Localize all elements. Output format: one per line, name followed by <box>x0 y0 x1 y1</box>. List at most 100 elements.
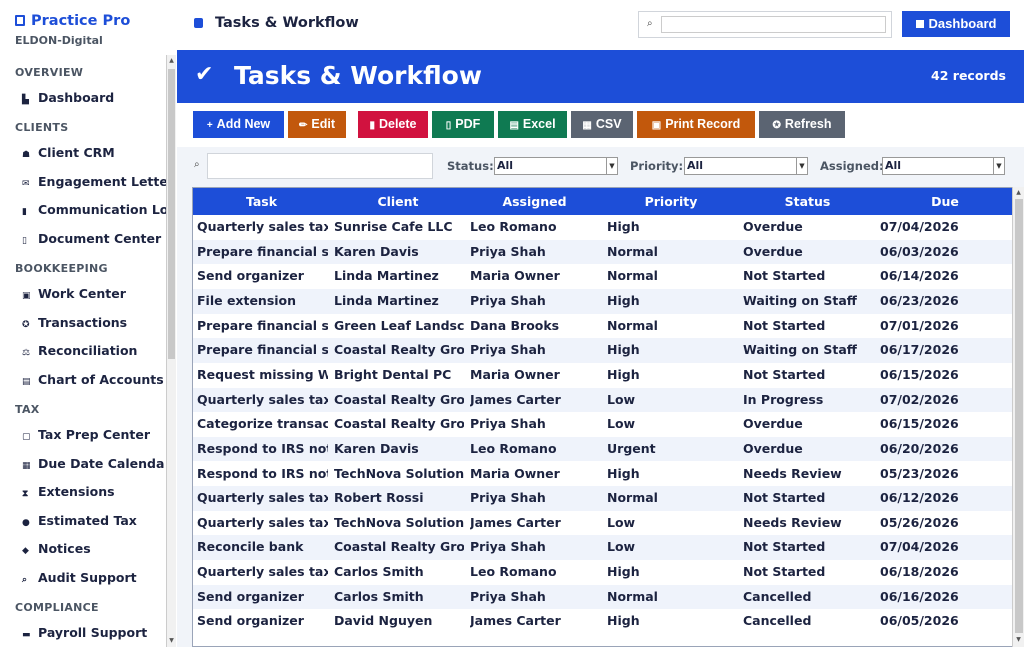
sidebar-item-label: Notices <box>38 541 91 556</box>
sidebar-item-client-crm[interactable]: ☗ Client CRM <box>22 145 115 160</box>
table-row[interactable]: Respond to IRS noti TechNova Solutions Mar… <box>193 462 1012 487</box>
table-row[interactable]: Send organizer Linda Martinez Maria Owner N… <box>193 264 1012 289</box>
edit-button[interactable]: ✏ Edit <box>288 111 346 138</box>
sidebar-item-reconciliation[interactable]: ⚖ Reconciliation <box>22 343 137 358</box>
scroll-down-icon[interactable]: ▼ <box>167 636 176 646</box>
cell-due: 06/14/2026 <box>880 268 959 284</box>
sidebar-item-due-date-calenda[interactable]: ▦ Due Date Calenda <box>22 456 164 471</box>
check-icon: ✔ <box>195 62 214 87</box>
cell-priority: Low <box>607 391 636 407</box>
cell-task: Send organizer <box>197 268 304 284</box>
cell-status: Overdue <box>743 219 803 234</box>
brand[interactable]: Practice Pro <box>15 13 130 29</box>
assigned-filter-label: Assigned: <box>820 159 884 173</box>
priority-filter-select[interactable]: All ▼ <box>684 157 808 175</box>
column-header-due[interactable]: Due <box>876 188 1012 215</box>
section-heading-bookkeeping: BOOKKEEPING <box>15 262 108 275</box>
breadcrumb: Tasks & Workflow <box>194 15 359 31</box>
cell-status: Overdue <box>743 416 803 432</box>
cell-client: Bright Dental PC <box>334 366 452 382</box>
column-header-priority[interactable]: Priority <box>603 188 739 215</box>
add-new-button[interactable]: + Add New <box>193 111 284 138</box>
cell-priority: Low <box>607 514 636 530</box>
cell-client: Karen Davis <box>334 440 419 456</box>
sidebar-item-estimated-tax[interactable]: ● Estimated Tax <box>22 513 137 528</box>
pdf-button[interactable]: ▯ PDF <box>432 111 494 138</box>
sidebar-item-audit-support[interactable]: ⌕ Audit Support <box>22 570 137 585</box>
sidebar-item-dashboard[interactable]: ▙ Dashboard <box>22 90 114 105</box>
csv-button[interactable]: ▦ CSV <box>571 111 633 138</box>
action-toolbar: + Add New ✏ Edit ▮ Delete ▯ PDF ▤ Excel ▦ CSV ▣ Print… <box>177 103 1024 147</box>
cell-client: Coastal Realty Grou <box>334 342 464 358</box>
column-header-status[interactable]: Status <box>739 188 876 215</box>
column-header-client[interactable]: Client <box>330 188 466 215</box>
sidebar-item-chart-of-accounts[interactable]: ▤ Chart of Accounts <box>22 372 164 387</box>
table-row[interactable]: Send organizer Carlos Smith Priya Shah Norm… <box>193 584 1012 610</box>
cell-status: Waiting on Staff <box>743 292 857 308</box>
delete-button[interactable]: ▮ Delete <box>358 111 428 138</box>
table-search-input[interactable] <box>207 153 433 179</box>
cell-priority: High <box>607 465 640 481</box>
org-name: ELDON-Digital <box>15 34 103 47</box>
sidebar-item-label: Chart of Accounts <box>38 372 164 387</box>
table-row[interactable]: Prepare financial st Green Leaf Landsca Da… <box>193 314 1012 339</box>
assigned-filter-select[interactable]: All ▼ <box>882 157 1005 175</box>
column-header-task[interactable]: Task <box>193 188 330 215</box>
table-row[interactable]: Quarterly sales tax Carlos Smith Leo Roman… <box>193 560 1012 585</box>
table-row[interactable]: Categorize transacti Coastal Realty Grou P… <box>193 412 1012 437</box>
table-scrollbar[interactable]: ▲ ▼ <box>1012 187 1024 647</box>
sidebar-item-notices[interactable]: ◆ Notices <box>22 541 91 556</box>
sidebar-item-extensions[interactable]: ⧗ Extensions <box>22 484 115 499</box>
breadcrumb-label: Tasks & Workflow <box>215 15 359 31</box>
chevron-down-icon: ▼ <box>606 158 617 174</box>
table-row[interactable]: Prepare financial st Karen Davis Priya Sha… <box>193 239 1012 265</box>
section-heading-compliance: COMPLIANCE <box>15 601 99 614</box>
cell-assigned: Maria Owner <box>470 465 560 481</box>
table-row[interactable]: Quarterly sales tax Robert Rossi Priya Sha… <box>193 486 1012 511</box>
dashboard-button-label: Dashboard <box>928 16 997 31</box>
sidebar-scroll-thumb[interactable] <box>168 69 175 359</box>
table-scroll-thumb[interactable] <box>1015 199 1023 633</box>
sidebar-item-document-center[interactable]: ▯ Document Center <box>22 231 161 246</box>
pdf-button-label: PDF <box>455 117 481 131</box>
delete-icon: ▮ <box>369 120 375 131</box>
table-row[interactable]: Send organizer David Nguyen James Carter Hi… <box>193 609 1012 634</box>
sidebar-scrollbar[interactable]: ▲ ▼ <box>166 55 176 647</box>
sidebar-item-label: Dashboard <box>38 90 115 105</box>
sidebar-item-work-center[interactable]: ▣ Work Center <box>22 286 126 301</box>
sidebar-item-label: Transactions <box>38 315 128 330</box>
sidebar-item-transactions[interactable]: ✪ Transactions <box>22 315 127 330</box>
global-search-input[interactable] <box>661 16 886 33</box>
column-header-assigned[interactable]: Assigned <box>466 188 603 215</box>
sidebar-item-tax-prep-center[interactable]: ▢ Tax Prep Center <box>22 427 150 442</box>
table-row[interactable]: Quarterly sales tax Coastal Realty Grou Ja… <box>193 387 1012 413</box>
cell-status: Overdue <box>743 243 803 259</box>
table-row[interactable]: Prepare financial st Coastal Realty Grou P… <box>193 338 1012 363</box>
table-row[interactable]: Respond to IRS noti Karen Davis Leo Romano… <box>193 436 1012 462</box>
scroll-up-icon[interactable]: ▲ <box>1013 188 1024 198</box>
cell-priority: Normal <box>607 588 658 604</box>
table-row[interactable]: File extension Linda Martinez Priya Shah Hi… <box>193 288 1012 314</box>
excel-button[interactable]: ▤ Excel <box>498 111 567 138</box>
refresh-button[interactable]: ✪ Refresh <box>759 111 845 138</box>
dashboard-button[interactable]: Dashboard <box>902 11 1010 37</box>
cell-priority: Low <box>607 416 636 432</box>
print-record-button[interactable]: ▣ Print Record <box>637 111 755 138</box>
brand-name: Practice Pro <box>31 13 131 29</box>
scroll-up-icon[interactable]: ▲ <box>167 56 176 66</box>
table-row[interactable]: Quarterly sales tax TechNova Solutions Jam… <box>193 511 1012 536</box>
scroll-down-icon[interactable]: ▼ <box>1013 635 1024 645</box>
print-record-button-label: Print Record <box>665 117 741 131</box>
table-row[interactable]: Reconcile bank Coastal Realty Grou Priya S… <box>193 535 1012 561</box>
table-row[interactable]: Quarterly sales tax Sunrise Cafe LLC Leo R… <box>193 215 1012 240</box>
sidebar-item-label: Tax Prep Center <box>38 427 151 442</box>
cell-due: 06/05/2026 <box>880 613 959 629</box>
cell-client: Carlos Smith <box>334 588 424 604</box>
sidebar-item-label: Work Center <box>38 286 126 301</box>
sidebar-item-communication-lo[interactable]: ▮ Communication Lo <box>22 202 166 217</box>
status-filter-select[interactable]: All ▼ <box>494 157 618 175</box>
sidebar-item-engagement-lette[interactable]: ✉ Engagement Lette <box>22 174 166 189</box>
cell-assigned: Dana Brooks <box>470 317 560 333</box>
table-row[interactable]: Request missing W- Bright Dental PC Maria … <box>193 363 1012 388</box>
sidebar-item-payroll-support[interactable]: ▬ Payroll Support <box>22 625 147 640</box>
